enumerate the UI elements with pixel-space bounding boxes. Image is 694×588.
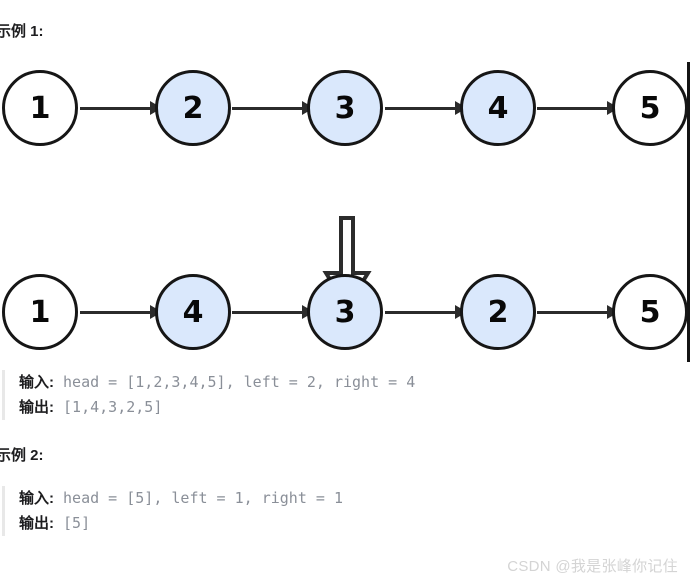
- example-1-io-block: 输入: head = [1,2,3,4,5], left = 2, right …: [2, 370, 415, 420]
- example-2-heading: 示例 2:: [0, 447, 44, 464]
- list-node: 1: [2, 274, 78, 350]
- list-node: 3: [307, 70, 383, 146]
- list-node: 5: [612, 274, 688, 350]
- connector-line: [232, 107, 304, 110]
- output-value: [1,4,3,2,5]: [54, 398, 163, 416]
- connector-line: [80, 107, 152, 110]
- list-node: 4: [460, 70, 536, 146]
- example-2-io-block: 输入: head = [5], left = 1, right = 1 输出: …: [2, 486, 343, 536]
- connector-line: [385, 311, 457, 314]
- output-line: 输出: [1,4,3,2,5]: [19, 395, 415, 420]
- connector-line: [537, 311, 609, 314]
- connector-line: [80, 311, 152, 314]
- connector-line: [232, 311, 304, 314]
- output-label: 输出:: [19, 515, 54, 532]
- list-node: 2: [155, 70, 231, 146]
- connector-line: [537, 107, 609, 110]
- output-label: 输出:: [19, 399, 54, 416]
- list-node: 1: [2, 70, 78, 146]
- input-label: 输入:: [19, 374, 54, 391]
- output-value: [5]: [54, 514, 91, 532]
- input-line: 输入: head = [1,2,3,4,5], left = 2, right …: [19, 370, 415, 395]
- input-value: head = [1,2,3,4,5], left = 2, right = 4: [54, 373, 416, 391]
- csdn-watermark: CSDN @我是张峰你记住: [507, 558, 678, 575]
- list-node: 2: [460, 274, 536, 350]
- input-value: head = [5], left = 1, right = 1: [54, 489, 343, 507]
- connector-line: [385, 107, 457, 110]
- input-line: 输入: head = [5], left = 1, right = 1: [19, 486, 343, 511]
- list-node: 4: [155, 274, 231, 350]
- linked-list-diagram: 1 2 3 4 5 1 4 3 2 5: [0, 55, 694, 365]
- output-line: 输出: [5]: [19, 511, 343, 536]
- list-node: 3: [307, 274, 383, 350]
- example-1-heading: 示例 1:: [0, 23, 44, 40]
- list-node: 5: [612, 70, 688, 146]
- input-label: 输入:: [19, 490, 54, 507]
